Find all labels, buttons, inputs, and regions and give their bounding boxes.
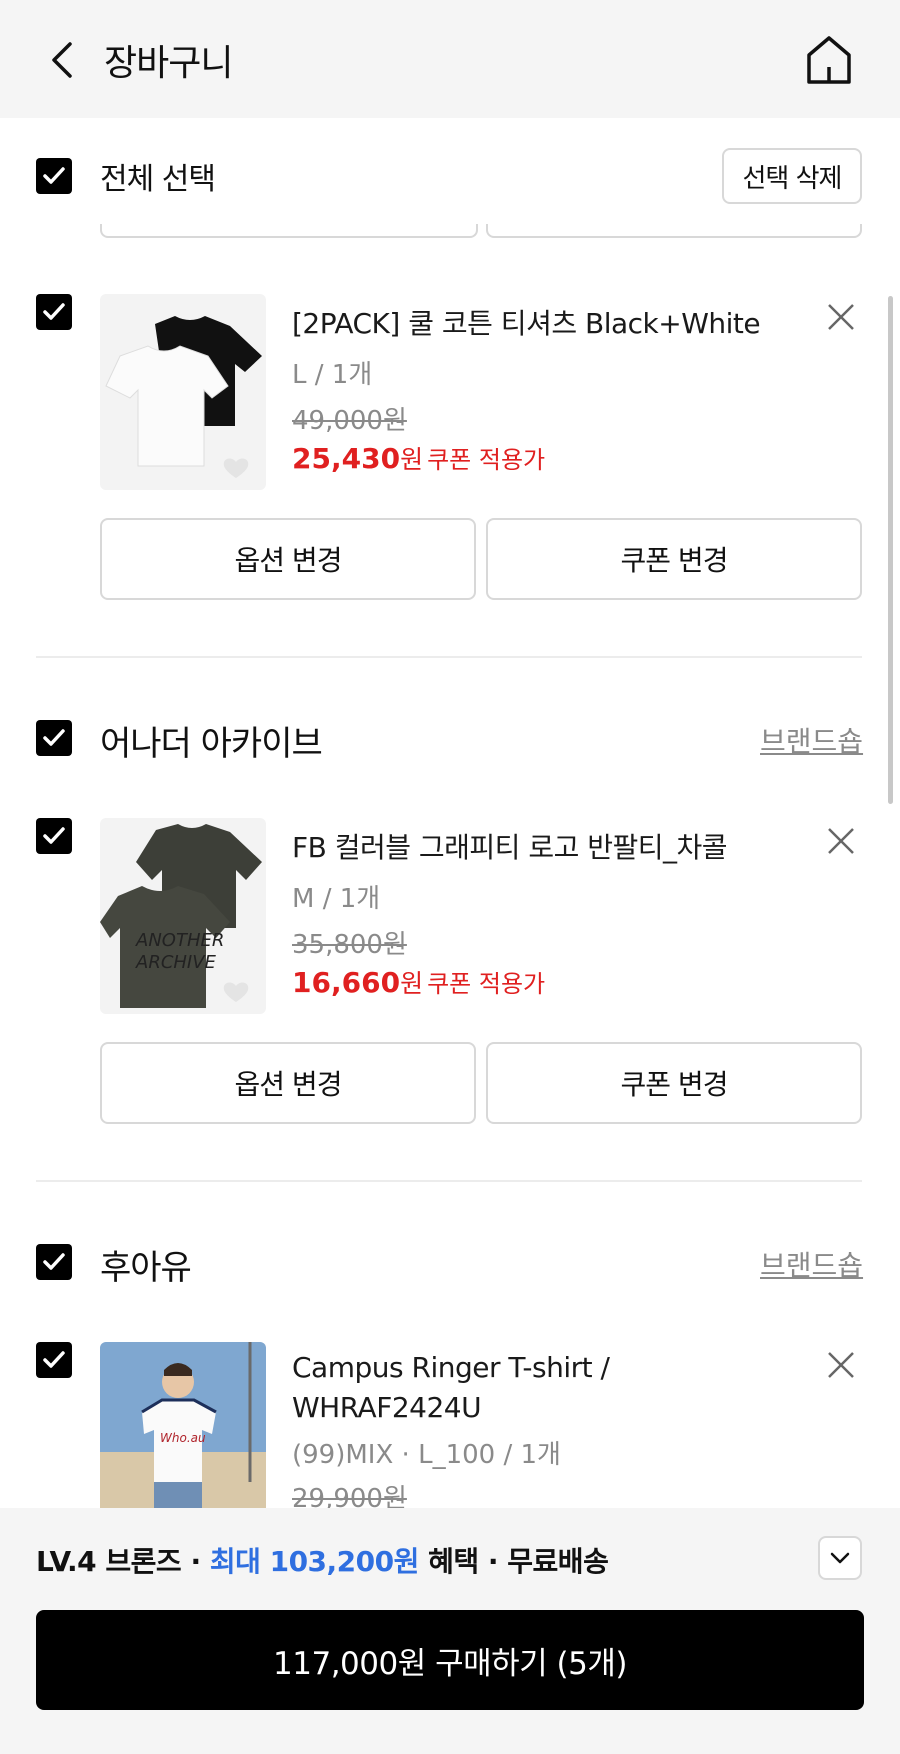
brand-name: 어나더 아카이브 bbox=[100, 724, 323, 764]
purchase-button[interactable]: 117,000원 구매하기 (5개) bbox=[36, 1610, 864, 1710]
select-all-checkbox[interactable] bbox=[36, 158, 72, 194]
svg-text:ARCHIVE: ARCHIVE bbox=[135, 952, 217, 973]
coupon-change-button[interactable]: 쿠폰 변경 bbox=[486, 518, 862, 600]
sale-price-row: 25,430원 쿠폰 적용가 bbox=[292, 440, 545, 476]
product-name[interactable]: [2PACK] 쿨 코튼 티셔츠 Black+White bbox=[292, 304, 761, 344]
brand-shop-link[interactable]: 브랜드숍 bbox=[760, 1244, 863, 1284]
home-icon[interactable] bbox=[804, 33, 854, 87]
item-checkbox[interactable] bbox=[36, 294, 72, 330]
option-change-button[interactable]: 옵션 변경 bbox=[100, 1042, 476, 1124]
product-thumbnail[interactable] bbox=[100, 294, 266, 490]
product-name[interactable]: FB 컬러블 그래피티 로고 반팔티_차콜 bbox=[292, 828, 728, 868]
brand-shop-link[interactable]: 브랜드숍 bbox=[760, 720, 863, 760]
scrollbar[interactable] bbox=[888, 296, 893, 804]
item-checkbox[interactable] bbox=[36, 1342, 72, 1378]
coupon-note: 쿠폰 적용가 bbox=[427, 446, 546, 474]
benefit-suffix: 혜택 · 무료배송 bbox=[418, 1545, 609, 1578]
product-name-line2[interactable]: WHRAF2424U bbox=[292, 1388, 482, 1428]
close-icon[interactable] bbox=[826, 302, 856, 332]
product-option: L / 1개 bbox=[292, 360, 373, 390]
select-all-label: 전체 선택 bbox=[100, 162, 216, 197]
original-price: 35,800원 bbox=[292, 930, 407, 960]
product-thumbnail[interactable]: Who.au bbox=[100, 1342, 266, 1508]
coupon-change-button-partial[interactable] bbox=[486, 224, 862, 238]
svg-text:Who.au: Who.au bbox=[160, 1431, 206, 1445]
membership-benefit: LV.4 브론즈 · 최대 103,200원 혜택 · 무료배송 bbox=[36, 1540, 609, 1580]
option-change-button-partial[interactable] bbox=[100, 224, 478, 238]
section-divider bbox=[36, 656, 862, 658]
coupon-note: 쿠폰 적용가 bbox=[427, 970, 546, 998]
close-icon[interactable] bbox=[826, 826, 856, 856]
coupon-change-button[interactable]: 쿠폰 변경 bbox=[486, 1042, 862, 1124]
brand-checkbox[interactable] bbox=[36, 1244, 72, 1280]
price-unit: 원 bbox=[400, 969, 424, 998]
section-divider bbox=[36, 1180, 862, 1182]
back-arrow-icon[interactable] bbox=[44, 38, 84, 82]
sale-price: 25,430 bbox=[292, 442, 401, 475]
benefit-highlight: 최대 103,200원 bbox=[209, 1545, 420, 1578]
expand-benefit-button[interactable] bbox=[818, 1536, 862, 1580]
brand-name: 후아유 bbox=[100, 1248, 192, 1288]
delete-selected-button[interactable]: 선택 삭제 bbox=[722, 148, 862, 204]
benefit-prefix: LV.4 브론즈 · bbox=[36, 1545, 210, 1578]
price-unit: 원 bbox=[400, 445, 424, 474]
product-thumbnail[interactable]: ANOTHER ARCHIVE bbox=[100, 818, 266, 1014]
svg-text:ANOTHER: ANOTHER bbox=[135, 930, 224, 951]
product-name-line1[interactable]: Campus Ringer T-shirt / bbox=[292, 1348, 610, 1388]
close-icon[interactable] bbox=[826, 1350, 856, 1380]
brand-checkbox[interactable] bbox=[36, 720, 72, 756]
item-checkbox[interactable] bbox=[36, 818, 72, 854]
sale-price: 16,660 bbox=[292, 966, 401, 999]
page-title: 장바구니 bbox=[104, 43, 233, 84]
product-option: M / 1개 bbox=[292, 884, 381, 914]
chevron-down-icon bbox=[830, 1552, 850, 1564]
product-option: (99)MIX · L_100 / 1개 bbox=[292, 1440, 561, 1470]
sale-price-row: 16,660원 쿠폰 적용가 bbox=[292, 964, 545, 1000]
option-change-button[interactable]: 옵션 변경 bbox=[100, 518, 476, 600]
original-price: 49,000원 bbox=[292, 406, 407, 436]
